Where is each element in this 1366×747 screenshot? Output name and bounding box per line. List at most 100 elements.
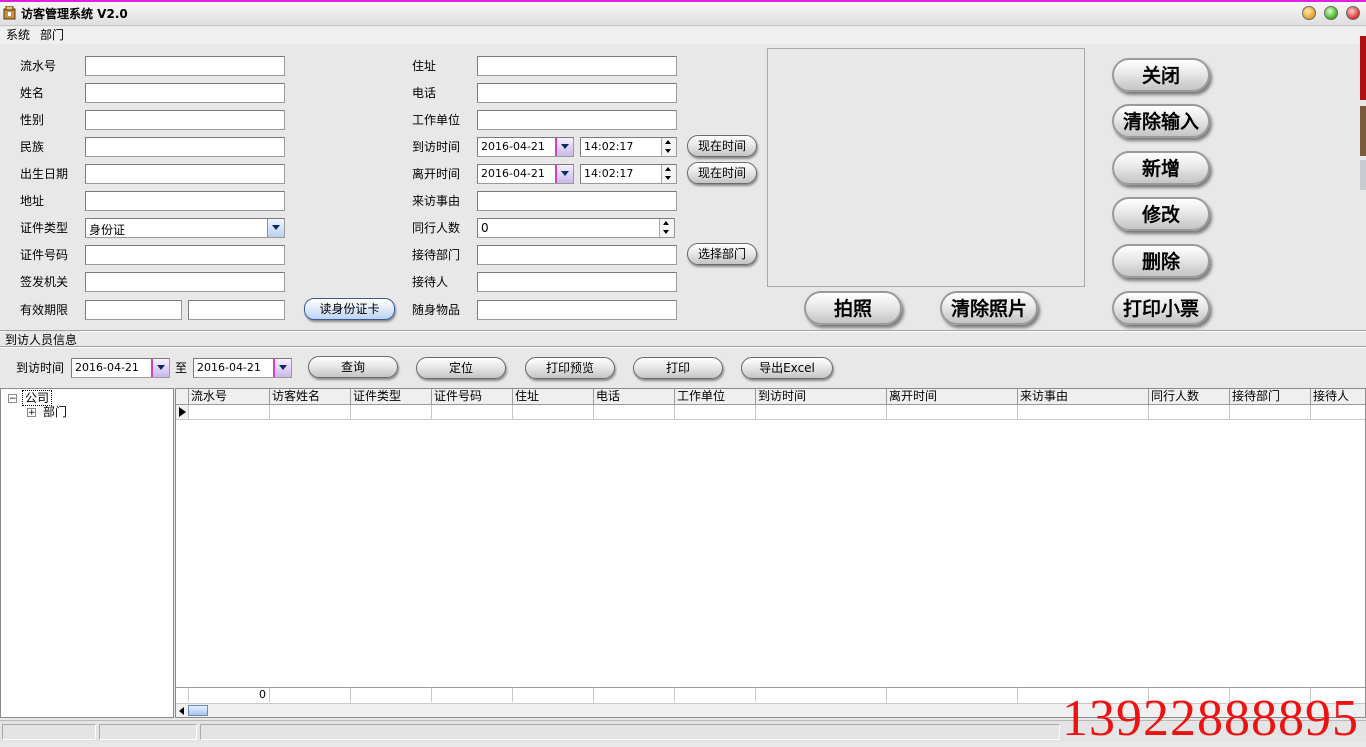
add-button[interactable]: 新增 [1112, 151, 1210, 185]
table-cell[interactable] [1149, 405, 1230, 420]
tree-node-department[interactable]: 部门 [43, 404, 67, 420]
reason-label: 来访事由 [412, 194, 461, 208]
column-header[interactable]: 证件号码 [432, 389, 513, 405]
arrival-now-button[interactable]: 现在时间 [687, 135, 757, 157]
select-dept-button[interactable]: 选择部门 [687, 243, 757, 265]
row-pointer-icon[interactable] [176, 405, 189, 420]
column-header[interactable]: 同行人数 [1149, 389, 1230, 405]
serial-input[interactable] [85, 56, 285, 76]
gender-input[interactable] [85, 110, 285, 130]
chevron-down-icon[interactable] [555, 138, 573, 156]
scroll-thumb[interactable] [188, 705, 208, 716]
column-header[interactable]: 流水号 [189, 389, 270, 405]
host-dept-label: 接待部门 [412, 248, 461, 262]
search-button[interactable]: 查询 [308, 356, 398, 378]
delete-button[interactable]: 删除 [1112, 244, 1210, 278]
expand-icon[interactable]: + [27, 408, 36, 418]
leave-time-spinner[interactable]: 14:02:17 [580, 164, 677, 184]
department-tree: − 公司 + 部门 [0, 388, 174, 718]
name-input[interactable] [85, 83, 285, 103]
serial-label: 流水号 [20, 59, 57, 73]
query-from-date-picker[interactable]: 2016-04-21 [71, 358, 170, 378]
companions-label: 同行人数 [412, 221, 461, 235]
collapse-icon[interactable]: − [8, 394, 17, 404]
desktop-background [1360, 36, 1366, 196]
column-header[interactable]: 接待部门 [1230, 389, 1311, 405]
clear-photo-button[interactable]: 清除照片 [940, 291, 1038, 325]
residence-input[interactable] [477, 56, 677, 76]
birthdate-input[interactable] [85, 164, 285, 184]
column-header[interactable]: 工作单位 [675, 389, 756, 405]
menu-department[interactable]: 部门 [40, 27, 64, 44]
arrival-time-spinner[interactable]: 14:02:17 [580, 137, 677, 157]
table-cell[interactable] [432, 405, 513, 420]
leave-now-button[interactable]: 现在时间 [687, 162, 757, 184]
table-cell[interactable] [189, 405, 270, 420]
edit-button[interactable]: 修改 [1112, 197, 1210, 231]
table-cell[interactable] [270, 405, 351, 420]
chevron-down-icon[interactable] [151, 359, 169, 377]
close-window-button[interactable] [1346, 6, 1360, 20]
address-input[interactable] [85, 191, 285, 211]
table-cell[interactable] [887, 405, 1018, 420]
query-to-date-picker[interactable]: 2016-04-21 [193, 358, 292, 378]
table-cell[interactable] [1230, 405, 1311, 420]
section-divider [0, 330, 1366, 332]
read-id-card-button[interactable]: 读身份证卡 [304, 298, 395, 320]
chevron-down-icon[interactable] [267, 219, 284, 237]
table-cell[interactable] [513, 405, 594, 420]
print-ticket-button[interactable]: 打印小票 [1112, 291, 1210, 325]
validity-from-input[interactable] [85, 300, 182, 320]
clear-input-button[interactable]: 清除输入 [1112, 104, 1210, 138]
ethnicity-input[interactable] [85, 137, 285, 157]
menu-bar: 系统 部门 [0, 27, 1366, 44]
issuer-label: 签发机关 [20, 275, 69, 289]
locate-button[interactable]: 定位 [416, 357, 506, 379]
chevron-down-icon[interactable] [273, 359, 291, 377]
column-header[interactable]: 离开时间 [887, 389, 1018, 405]
table-cell[interactable] [351, 405, 432, 420]
print-preview-button[interactable]: 打印预览 [525, 357, 615, 379]
print-button[interactable]: 打印 [633, 357, 723, 379]
validity-to-input[interactable] [188, 300, 285, 320]
spinner-arrows-icon[interactable] [659, 219, 674, 237]
reason-input[interactable] [477, 191, 677, 211]
phone-input[interactable] [477, 83, 677, 103]
column-header[interactable]: 电话 [594, 389, 675, 405]
spinner-arrows-icon[interactable] [661, 165, 676, 183]
issuer-input[interactable] [85, 272, 285, 292]
take-photo-button[interactable]: 拍照 [804, 291, 902, 325]
id-type-select[interactable]: 身份证 [85, 218, 285, 238]
table-cell[interactable] [756, 405, 887, 420]
host-input[interactable] [477, 272, 677, 292]
close-button[interactable]: 关闭 [1112, 58, 1210, 92]
table-cell[interactable] [594, 405, 675, 420]
spinner-arrows-icon[interactable] [661, 138, 676, 156]
minimize-button[interactable] [1302, 6, 1316, 20]
gender-label: 性别 [20, 113, 45, 127]
column-header[interactable]: 证件类型 [351, 389, 432, 405]
column-header[interactable]: 来访事由 [1018, 389, 1149, 405]
id-number-input[interactable] [85, 245, 285, 265]
table-cell[interactable] [1018, 405, 1149, 420]
workplace-input[interactable] [477, 110, 677, 130]
menu-system[interactable]: 系统 [6, 27, 30, 44]
scroll-left-icon[interactable] [179, 707, 184, 715]
arrival-date-picker[interactable]: 2016-04-21 [477, 137, 574, 157]
footer-cell [675, 687, 756, 702]
belongings-input[interactable] [477, 300, 677, 320]
table-cell[interactable] [675, 405, 756, 420]
column-header[interactable]: 到访时间 [756, 389, 887, 405]
export-excel-button[interactable]: 导出Excel [741, 357, 833, 379]
app-icon [3, 5, 16, 20]
maximize-button[interactable] [1324, 6, 1338, 20]
validity-label: 有效期限 [20, 303, 69, 317]
host-dept-input[interactable] [477, 245, 677, 265]
column-header[interactable]: 访客姓名 [270, 389, 351, 405]
table-cell[interactable] [1311, 405, 1365, 420]
leave-date-picker[interactable]: 2016-04-21 [477, 164, 574, 184]
column-header[interactable]: 住址 [513, 389, 594, 405]
column-header[interactable]: 接待人 [1311, 389, 1365, 405]
chevron-down-icon[interactable] [555, 165, 573, 183]
companions-spinner[interactable]: 0 [477, 218, 675, 238]
